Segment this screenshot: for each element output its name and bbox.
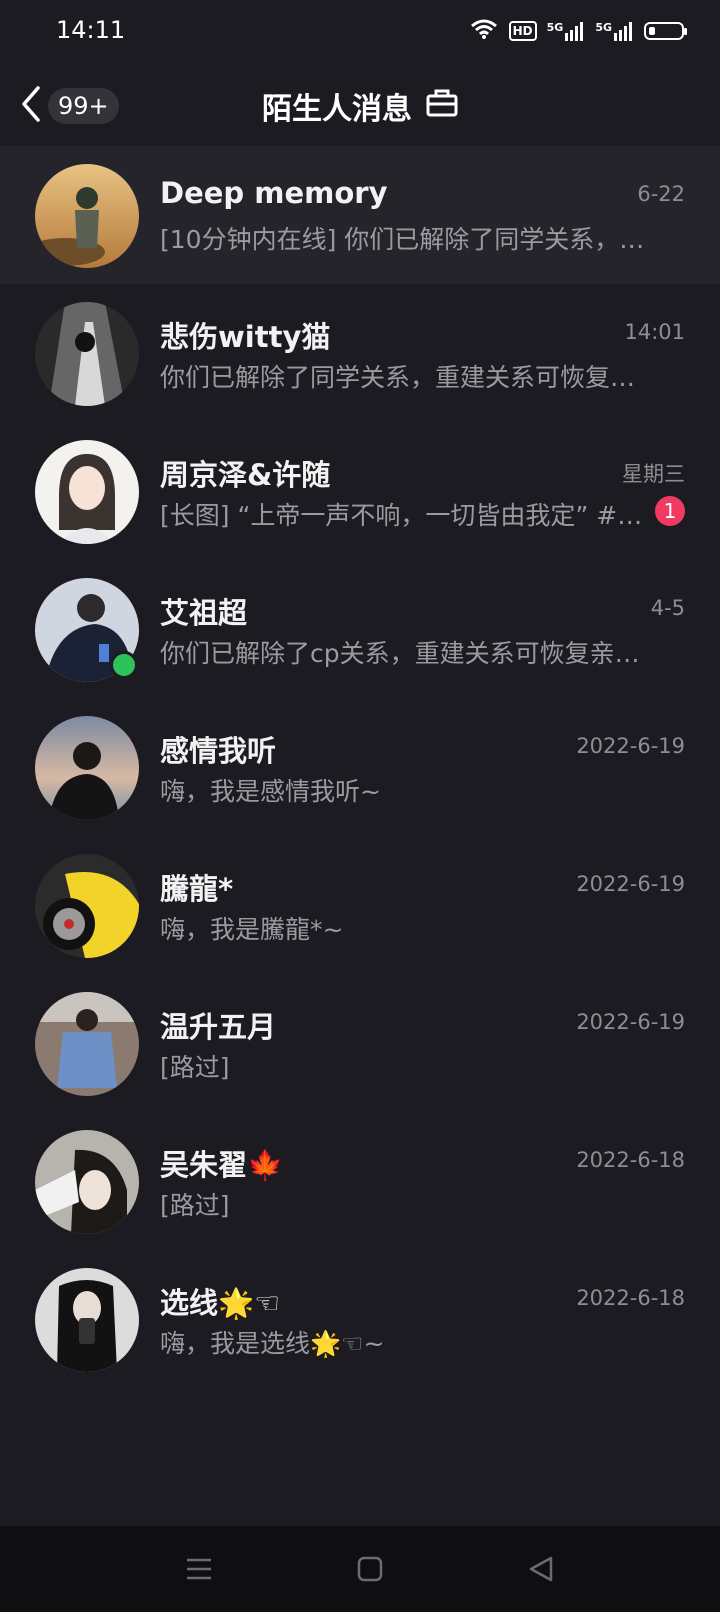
conversation-time: 4-5 (650, 596, 685, 620)
unread-badge: 1 (655, 496, 685, 526)
conversation-name: 周京泽&许随 (160, 458, 331, 492)
conversation-item[interactable]: 周京泽&许随 星期三 [长图] “上帝一声不响，一切皆由我定” #周京泽许随 1 (0, 422, 720, 560)
conversation-time: 14:01 (624, 320, 685, 344)
hd-icon: HD (508, 21, 537, 41)
conversation-preview: [10分钟内在线] 你们已解除了同学关系，重建关系可恢复亲密度 (160, 225, 648, 254)
conversation-preview: 你们已解除了cp关系，重建关系可恢复亲密度 (160, 639, 648, 668)
conversation-name: 吴朱翟🍁 (160, 1148, 284, 1182)
avatar[interactable] (35, 1130, 139, 1234)
wifi-icon (469, 18, 499, 44)
conversation-time: 2022-6-18 (576, 1148, 685, 1172)
menu-icon[interactable] (184, 1554, 214, 1584)
conversation-name: Deep memory (160, 176, 388, 210)
conversation-preview: [长图] “上帝一声不响，一切皆由我定” #周京泽许随 (160, 501, 648, 530)
conversation-item[interactable]: 温升五月 2022-6-19 [路过] (0, 974, 720, 1112)
avatar[interactable] (35, 440, 139, 544)
conversation-item[interactable]: 吴朱翟🍁 2022-6-18 [路过] (0, 1112, 720, 1250)
conversation-item[interactable]: Deep memory 6-22 [10分钟内在线] 你们已解除了同学关系，重建… (0, 146, 720, 284)
conversation-item[interactable]: 悲伤witty猫 14:01 你们已解除了同学关系，重建关系可恢复亲密度 (0, 284, 720, 422)
conversation-name: 騰龍* (160, 872, 234, 906)
page-title: 陌生人消息 (262, 92, 412, 127)
conversation-time: 2022-6-19 (576, 1010, 685, 1034)
avatar[interactable] (35, 992, 139, 1096)
battery-fill (649, 27, 655, 35)
conversation-item[interactable]: 感情我听 2022-6-19 嗨，我是感情我听~ (0, 698, 720, 836)
conversation-time: 6-22 (637, 182, 685, 206)
signal-5g-label-2: 5G (595, 21, 612, 34)
conversation-time: 2022-6-19 (576, 872, 685, 896)
conversation-preview: 嗨，我是感情我听~ (160, 777, 381, 806)
battery-icon (644, 22, 687, 40)
conversation-preview: 嗨，我是騰龍*~ (160, 915, 344, 944)
signal-icon-2: 5G (595, 21, 634, 41)
avatar[interactable] (35, 302, 139, 406)
bag-icon[interactable] (426, 87, 458, 125)
conversation-time: 2022-6-18 (576, 1286, 685, 1310)
online-status-indicator (110, 651, 138, 679)
signal-5g-label: 5G (546, 21, 564, 34)
status-time: 14:11 (56, 16, 126, 44)
system-nav-bar (0, 1526, 720, 1612)
page-title-wrap: 陌生人消息 (0, 84, 720, 128)
conversation-name: 感情我听 (160, 734, 277, 768)
conversation-name: 艾祖超 (160, 596, 248, 630)
conversation-item[interactable]: 艾祖超 4-5 你们已解除了cp关系，重建关系可恢复亲密度 (0, 560, 720, 698)
avatar[interactable] (35, 164, 139, 268)
signal-icon: 5G (547, 21, 586, 41)
conversation-item[interactable]: 騰龍* 2022-6-19 嗨，我是騰龍*~ (0, 836, 720, 974)
avatar[interactable] (35, 1268, 139, 1372)
home-icon[interactable] (355, 1554, 385, 1584)
nav-header: 99+ 陌生人消息 (0, 64, 720, 147)
conversation-name: 选线🌟☜ (160, 1286, 281, 1320)
conversation-time: 星期三 (622, 462, 685, 486)
avatar[interactable] (35, 716, 139, 820)
conversation-name: 温升五月 (160, 1010, 277, 1044)
conversation-preview: 嗨，我是选线🌟☜~ (160, 1329, 385, 1358)
conversation-name: 悲伤witty猫 (160, 320, 331, 354)
conversation-preview: [路过] (160, 1053, 230, 1082)
back-triangle-icon[interactable] (526, 1554, 556, 1584)
conversation-list: Deep memory 6-22 [10分钟内在线] 你们已解除了同学关系，重建… (0, 146, 720, 1388)
conversation-preview: 你们已解除了同学关系，重建关系可恢复亲密度 (160, 363, 648, 392)
conversation-time: 2022-6-19 (576, 734, 685, 758)
status-bar: 14:11 HD 5G 5G (0, 0, 720, 64)
avatar[interactable] (35, 854, 139, 958)
conversation-preview: [路过] (160, 1191, 230, 1220)
status-icons: HD 5G 5G (469, 18, 687, 44)
conversation-item[interactable]: 选线🌟☜ 2022-6-18 嗨，我是选线🌟☜~ (0, 1250, 720, 1388)
